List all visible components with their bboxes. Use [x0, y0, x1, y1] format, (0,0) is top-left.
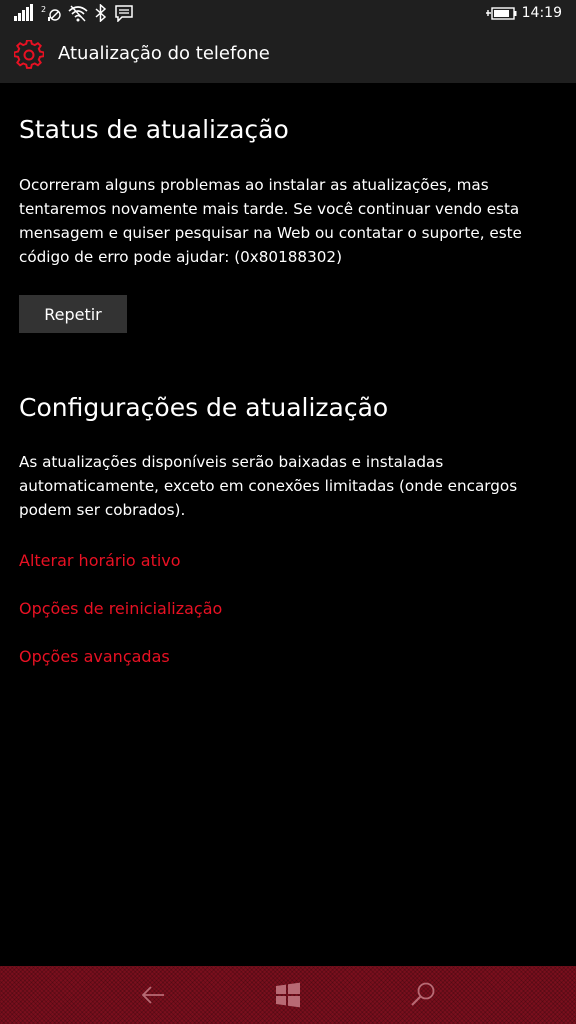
change-active-hours-link[interactable]: Alterar horário ativo: [19, 551, 181, 570]
sim2-no-signal-icon: 2: [41, 5, 61, 21]
wifi-icon: [68, 5, 88, 22]
back-arrow-icon[interactable]: [138, 980, 168, 1010]
search-icon[interactable]: [408, 980, 438, 1010]
notification-icon: [115, 5, 133, 22]
battery-charging-icon: [486, 7, 517, 20]
update-settings-description: As atualizações disponíveis serão baixad…: [19, 453, 518, 519]
navigation-bar: [0, 966, 576, 1024]
phone-screen: 2 14:19 Atualização do telefone Status d…: [0, 0, 576, 1024]
status-bar: 2 14:19: [0, 0, 576, 28]
page-title: Atualização do telefone: [58, 43, 270, 64]
restart-options-link[interactable]: Opções de reinicialização: [19, 599, 222, 618]
gear-icon: [14, 40, 44, 69]
update-settings-heading: Configurações de atualização: [19, 393, 389, 422]
advanced-options-link[interactable]: Opções avançadas: [19, 647, 170, 666]
update-status-message: Ocorreram alguns problemas ao instalar a…: [19, 176, 522, 266]
app-header: Atualização do telefone: [0, 28, 576, 83]
bluetooth-icon: [95, 4, 107, 22]
update-status-heading: Status de atualização: [19, 115, 289, 144]
signal-icon: [14, 4, 33, 21]
clock: 14:19: [521, 5, 562, 21]
retry-button[interactable]: Repetir: [19, 295, 127, 333]
svg-text:2: 2: [41, 5, 46, 14]
windows-start-icon[interactable]: [273, 980, 303, 1010]
